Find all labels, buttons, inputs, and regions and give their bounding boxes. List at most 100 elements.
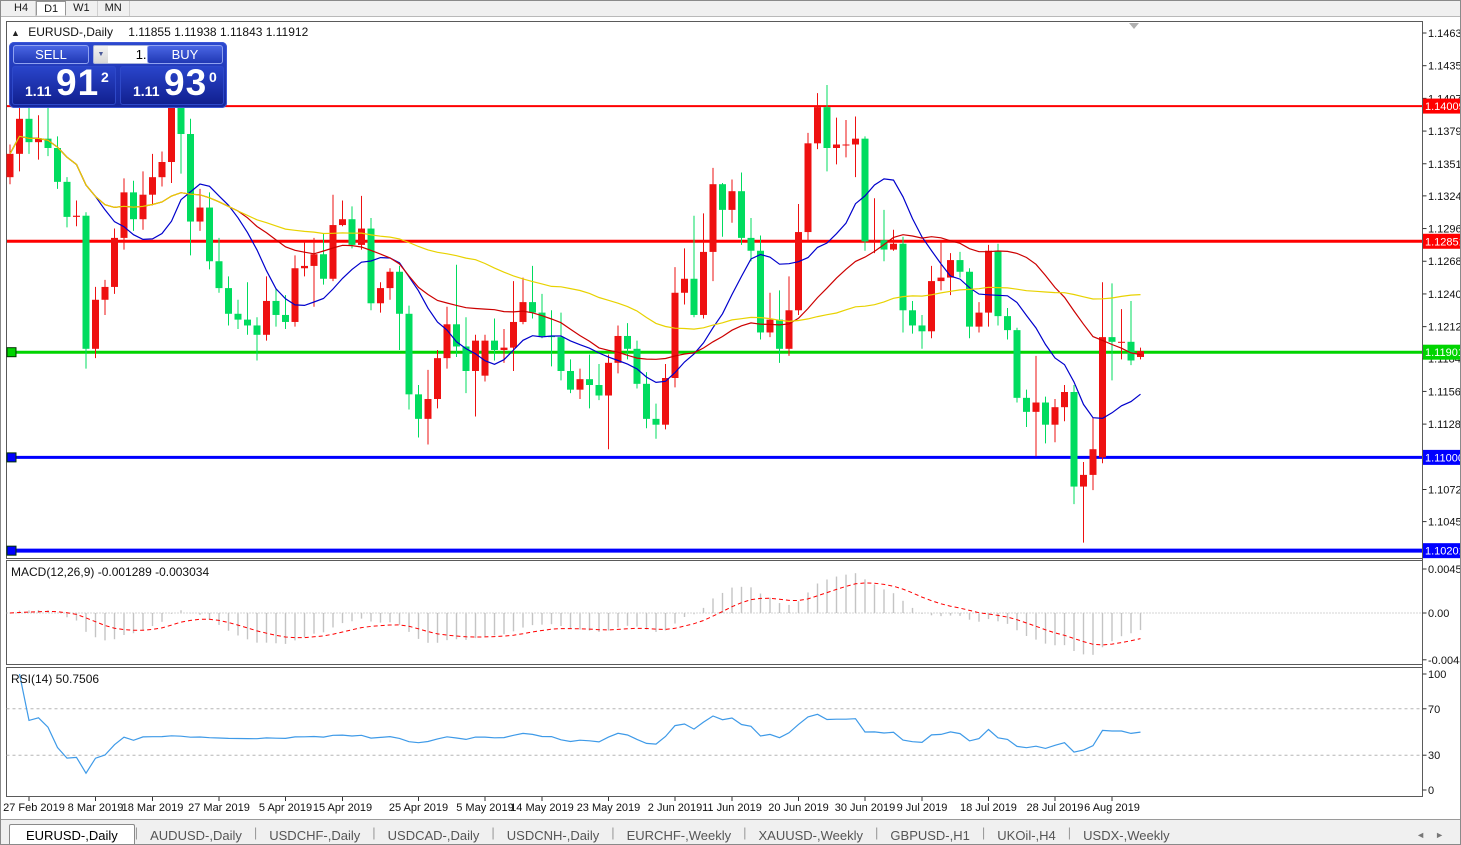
candle-body	[995, 251, 1002, 316]
time-axis-label: 5 May 2019	[456, 802, 513, 814]
candle-body	[767, 320, 774, 333]
candle-body	[111, 238, 118, 287]
candle-body	[339, 219, 346, 225]
time-axis-label: 20 Jun 2019	[768, 802, 829, 814]
rsi-axis-label: 30	[1428, 750, 1440, 762]
candle-body	[387, 272, 394, 288]
bid-price-pipette: 2	[101, 69, 109, 85]
price-line-anchor[interactable]	[7, 546, 16, 555]
candle-body	[976, 313, 983, 327]
tab-usdcad-daily[interactable]: USDCAD-,Daily	[376, 825, 492, 845]
candle-body	[738, 191, 745, 238]
candle-body	[425, 399, 432, 419]
candle-body	[558, 337, 565, 371]
candle-body	[415, 394, 422, 419]
tab-eurusd-daily[interactable]: EURUSD-,Daily	[9, 824, 135, 845]
candle-body	[273, 301, 280, 315]
candle-body	[73, 216, 80, 217]
candle-body	[1061, 392, 1068, 407]
candle-body	[1071, 392, 1078, 487]
candle-body	[377, 288, 384, 303]
candle-body	[947, 260, 954, 278]
time-axis-label: 9 Jul 2019	[897, 802, 948, 814]
tab-audusd-daily[interactable]: AUDUSD-,Daily	[138, 825, 254, 845]
candle-body	[368, 229, 375, 304]
time-axis-label: 23 May 2019	[577, 802, 641, 814]
candle-body	[501, 348, 508, 350]
bid-price-button[interactable]: 1.11 91 2	[12, 66, 116, 105]
candle-body	[586, 379, 593, 385]
price-axis-label: 1.10725	[1428, 484, 1461, 496]
collapse-panel-icon[interactable]: ▲	[11, 28, 20, 38]
candle-body	[121, 192, 128, 238]
candle-body	[301, 266, 308, 268]
candle-body	[320, 254, 327, 279]
candle-body	[149, 177, 156, 195]
price-line-anchor[interactable]	[7, 348, 16, 357]
tab-gbpusd-h1[interactable]: GBPUSD-,H1	[878, 825, 981, 845]
rsi-panel	[7, 668, 1423, 797]
candle-body	[795, 232, 802, 310]
candle-body	[1042, 403, 1049, 425]
price-axis-label: 1.12680	[1428, 256, 1461, 268]
candle-body	[1052, 407, 1059, 425]
price-axis-label: 1.14635	[1428, 28, 1461, 40]
candle-body	[54, 148, 61, 182]
price-badge-label: 1.11000	[1425, 452, 1461, 464]
candle-body	[710, 184, 717, 252]
ask-price-button[interactable]: 1.11 93 0	[120, 66, 224, 105]
ask-price-pipette: 0	[209, 69, 217, 85]
candle-body	[529, 302, 536, 313]
tab-ukoil-h4[interactable]: UKOil-,H4	[985, 825, 1068, 845]
candle-body	[406, 314, 413, 395]
candle-body	[871, 240, 878, 241]
timeframe-button-h4[interactable]: H4	[7, 1, 36, 16]
price-axis-label: 1.12960	[1428, 224, 1461, 236]
chart-header: ▲ EURUSD-,Daily 1.11855 1.11938 1.11843 …	[11, 25, 308, 39]
chart-ohlc-values: 1.11855 1.11938 1.11843 1.11912	[128, 25, 308, 39]
candle-body	[244, 320, 251, 326]
candle-body	[225, 288, 232, 314]
candle-body	[1090, 449, 1097, 475]
tab-eurchf-weekly[interactable]: EURCHF-,Weekly	[615, 825, 744, 845]
tab-usdcnh-daily[interactable]: USDCNH-,Daily	[495, 825, 611, 845]
price-badge-label: 1.11901	[1425, 347, 1461, 359]
time-axis-label: 30 Jun 2019	[835, 802, 896, 814]
time-axis-label: 2 Jun 2019	[648, 802, 702, 814]
candle-body	[64, 182, 71, 217]
candle-body	[890, 244, 897, 250]
candle-body	[1118, 342, 1125, 343]
tab-xauusd-weekly[interactable]: XAUUSD-,Weekly	[747, 825, 876, 845]
price-axis-label: 1.11565	[1428, 386, 1461, 398]
chart-canvas: 1.146351.143551.140751.137951.135151.132…	[1, 1, 1461, 845]
candle-body	[254, 325, 261, 334]
candle-body	[1033, 403, 1040, 412]
price-axis-label: 1.14355	[1428, 61, 1461, 73]
timeframe-button-w1[interactable]: W1	[66, 1, 98, 16]
candle-body	[681, 279, 688, 293]
candle-body	[434, 358, 441, 399]
timeframe-button-d1[interactable]: D1	[36, 1, 66, 16]
price-axis-label: 1.13515	[1428, 159, 1461, 171]
timeframe-button-mn[interactable]: MN	[98, 1, 130, 16]
bid-price-prefix: 1.11	[25, 83, 51, 99]
rsi-indicator-label: RSI(14) 50.7506	[11, 672, 99, 686]
price-line-anchor[interactable]	[7, 453, 16, 462]
candle-body	[966, 272, 973, 327]
candle-body	[1099, 337, 1106, 457]
candle-body	[729, 191, 736, 210]
candle-body	[1109, 337, 1116, 342]
tab-scroll-arrows[interactable]: ◄►	[1416, 830, 1454, 840]
candle-body	[358, 229, 365, 245]
candle-body	[1014, 330, 1021, 398]
candle-body	[282, 315, 289, 322]
candle-body	[102, 287, 109, 300]
macd-indicator-label: MACD(12,26,9) -0.001289 -0.003034	[11, 565, 209, 579]
candle-body	[596, 385, 603, 396]
price-axis-label: 1.13795	[1428, 126, 1461, 138]
candle-body	[159, 162, 166, 177]
tab-usdx-weekly[interactable]: USDX-,Weekly	[1071, 825, 1181, 845]
price-axis-label: 1.10450	[1428, 517, 1461, 529]
tab-usdchf-daily[interactable]: USDCHF-,Daily	[257, 825, 372, 845]
ask-price-big: 93	[164, 62, 207, 104]
